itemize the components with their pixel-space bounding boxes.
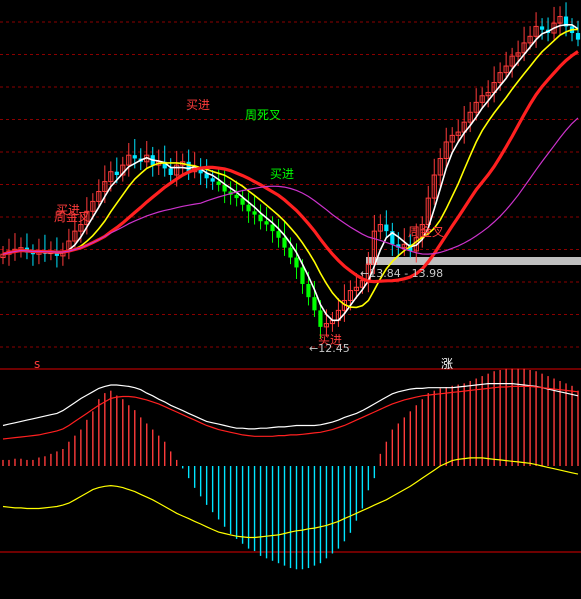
candle-body-down — [288, 247, 293, 258]
price-range-band — [366, 257, 581, 265]
candle-body-down — [258, 214, 263, 222]
candle-body-down — [132, 155, 137, 159]
candle-body-down — [539, 26, 545, 30]
candle-body-down — [234, 194, 239, 199]
candle-body-down — [294, 257, 299, 268]
candle-body-down — [210, 178, 215, 182]
death-cross-label: 周死叉 — [245, 108, 281, 122]
candle-body-down — [114, 171, 119, 175]
candle-body-down — [306, 283, 311, 298]
low-price-label: ←12.45 — [309, 342, 350, 355]
candle-body-down — [252, 211, 257, 215]
candle-body-down — [168, 168, 173, 175]
golden-cross-label-2: 周金叉 — [408, 224, 444, 239]
price-band — [366, 257, 581, 265]
candle-body-down — [276, 231, 281, 238]
candle-body-down — [384, 224, 389, 232]
candle-body-down — [318, 310, 323, 327]
candle-body-down — [312, 297, 317, 311]
candle-body-down — [216, 181, 221, 185]
price-range-label: ←13.84 - 13.98 — [360, 267, 443, 280]
buy-signal-label-2: 买进 — [186, 98, 210, 112]
candle-body-down — [300, 267, 305, 284]
candle-body-down — [264, 221, 269, 225]
marker-s: s — [34, 357, 40, 371]
candle-body-down — [282, 237, 287, 248]
candle-body-down — [575, 33, 581, 40]
golden-cross-label-1: 周金叉 — [54, 209, 90, 224]
candle-body-down — [246, 204, 251, 212]
marker-rise: 涨 — [441, 356, 453, 371]
buy-signal-label-3: 买进 — [270, 167, 294, 181]
candle-body-down — [270, 224, 275, 232]
stock-chart: 买进周金叉买进周死叉买进买进周金叉←13.84 - 13.98←12.45 s涨 — [0, 0, 581, 599]
